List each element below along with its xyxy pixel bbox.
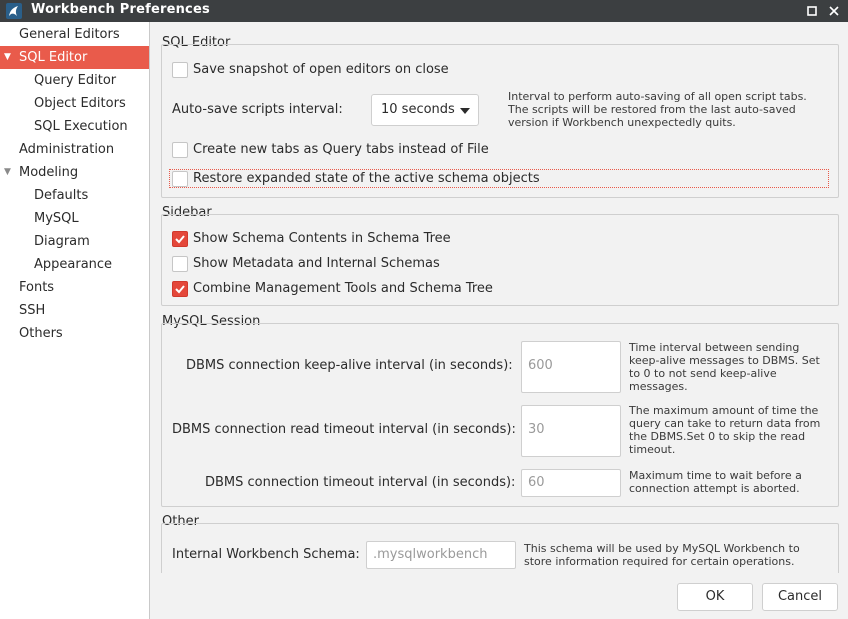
sidebar-item-label: SSH [19, 303, 46, 318]
sidebar-item-label: SQL Execution [34, 119, 128, 134]
sidebar-item-administration[interactable]: Administration [0, 138, 149, 161]
restore-state-label: Restore expanded state of the active sch… [193, 171, 540, 186]
sidebar-item-fonts[interactable]: Fonts [0, 276, 149, 299]
sidebar-item-sql-editor[interactable]: ▼ SQL Editor [0, 46, 149, 69]
checkmark-icon [175, 235, 185, 244]
read-timeout-label: DBMS connection read timeout interval (i… [172, 422, 516, 437]
sidebar-item-query-editor[interactable]: Query Editor [0, 69, 149, 92]
internal-schema-label: Internal Workbench Schema: [172, 547, 360, 562]
keepalive-label: DBMS connection keep-alive interval (in … [186, 358, 513, 373]
sidebar-item-sql-execution[interactable]: SQL Execution [0, 115, 149, 138]
conn-timeout-help-text: Maximum time to wait before a connection… [629, 469, 802, 495]
mysql-session-group: DBMS connection keep-alive interval (in … [161, 323, 839, 507]
checkmark-icon [175, 285, 185, 294]
cancel-button[interactable]: Cancel [762, 583, 838, 611]
window-title: Workbench Preferences [31, 2, 210, 17]
sidebar-item-mysql[interactable]: MySQL [0, 207, 149, 230]
sidebar-item-label: Appearance [34, 257, 113, 272]
keepalive-input[interactable]: 600 [521, 341, 621, 393]
restore-state-checkbox[interactable] [172, 171, 188, 187]
sidebar-group: Show Schema Contents in Schema Tree Show… [161, 214, 839, 306]
sidebar-item-label: General Editors [19, 27, 120, 42]
show-schema-contents-label: Show Schema Contents in Schema Tree [193, 231, 451, 246]
title-bar: Workbench Preferences [0, 0, 848, 22]
button-bar: OK Cancel [150, 573, 848, 619]
sidebar-item-label: Administration [19, 142, 115, 157]
sidebar-item-appearance[interactable]: Appearance [0, 253, 149, 276]
other-group: Internal Workbench Schema: .mysqlworkben… [161, 523, 839, 576]
preferences-content: SQL Editor Save snapshot of open editors… [150, 22, 848, 619]
ok-button[interactable]: OK [677, 583, 753, 611]
combine-tools-label: Combine Management Tools and Schema Tree [193, 281, 493, 296]
internal-schema-input[interactable]: .mysqlworkbench [366, 541, 516, 569]
restore-window-icon[interactable] [804, 2, 820, 20]
read-timeout-help-text: The maximum amount of time the query can… [629, 404, 821, 456]
sidebar-item-label: Fonts [19, 280, 55, 295]
sidebar-item-others[interactable]: Others [0, 322, 149, 345]
keepalive-help-text: Time interval between sending keep-alive… [629, 341, 820, 393]
internal-schema-help-text: This schema will be used by MySQL Workbe… [524, 542, 800, 568]
show-metadata-label: Show Metadata and Internal Schemas [193, 256, 440, 271]
conn-timeout-input[interactable]: 60 [521, 469, 621, 497]
sidebar-item-defaults[interactable]: Defaults [0, 184, 149, 207]
save-snapshot-checkbox[interactable] [172, 62, 188, 78]
expanded-arrow-icon[interactable]: ▼ [4, 46, 11, 69]
close-window-icon[interactable] [826, 2, 842, 20]
sidebar-item-label: Query Editor [34, 73, 117, 88]
expanded-arrow-icon[interactable]: ▼ [4, 161, 11, 184]
autosave-label: Auto-save scripts interval: [172, 102, 343, 117]
sidebar-item-label: Modeling [19, 165, 79, 180]
sidebar-item-general-editors[interactable]: General Editors [0, 23, 149, 46]
autosave-interval-dropdown[interactable]: 10 seconds [371, 94, 479, 126]
sidebar-item-diagram[interactable]: Diagram [0, 230, 149, 253]
sidebar-item-label: MySQL [34, 211, 79, 226]
save-snapshot-label: Save snapshot of open editors on close [193, 62, 449, 77]
sidebar-item-label: Others [19, 326, 63, 341]
combine-tools-checkbox[interactable] [172, 281, 188, 297]
sidebar-item-label: Object Editors [34, 96, 126, 111]
conn-timeout-label: DBMS connection timeout interval (in sec… [205, 475, 516, 490]
sidebar-item-label: Defaults [34, 188, 89, 203]
read-timeout-input[interactable]: 30 [521, 405, 621, 457]
autosave-interval-value: 10 seconds [381, 102, 455, 117]
new-tabs-checkbox[interactable] [172, 142, 188, 158]
sidebar-item-label: SQL Editor [19, 50, 88, 65]
new-tabs-label: Create new tabs as Query tabs instead of… [193, 142, 489, 157]
autosave-help-text: Interval to perform auto-saving of all o… [508, 90, 807, 129]
sidebar-item-modeling[interactable]: ▼ Modeling [0, 161, 149, 184]
workbench-dolphin-icon [6, 3, 22, 19]
chevron-down-icon [460, 108, 470, 114]
preferences-sidebar: General Editors ▼ SQL Editor Query Edito… [0, 22, 150, 619]
sidebar-item-object-editors[interactable]: Object Editors [0, 92, 149, 115]
show-schema-contents-checkbox[interactable] [172, 231, 188, 247]
show-metadata-checkbox[interactable] [172, 256, 188, 272]
sql-editor-group: Save snapshot of open editors on close A… [161, 44, 839, 198]
sidebar-item-ssh[interactable]: SSH [0, 299, 149, 322]
sidebar-item-label: Diagram [34, 234, 90, 249]
